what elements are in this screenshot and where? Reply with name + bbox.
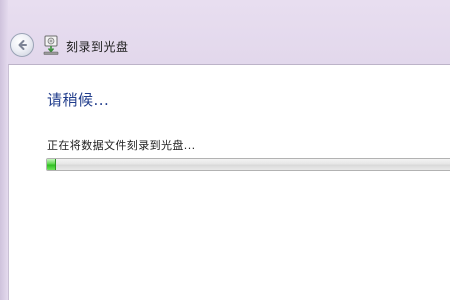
disc-burn-icon <box>42 35 60 55</box>
wizard-content: 请稍候... 正在将数据文件刻录到光盘... <box>8 64 450 300</box>
window-title: 刻录到光盘 <box>66 40 129 54</box>
progress-bar-fill <box>47 159 56 170</box>
title-bar: 刻录到光盘 <box>0 0 450 64</box>
back-button[interactable] <box>10 33 34 57</box>
back-arrow-icon <box>18 40 27 50</box>
page-heading: 请稍候... <box>47 91 110 109</box>
status-text: 正在将数据文件刻录到光盘... <box>47 139 196 152</box>
progress-bar <box>46 158 450 171</box>
